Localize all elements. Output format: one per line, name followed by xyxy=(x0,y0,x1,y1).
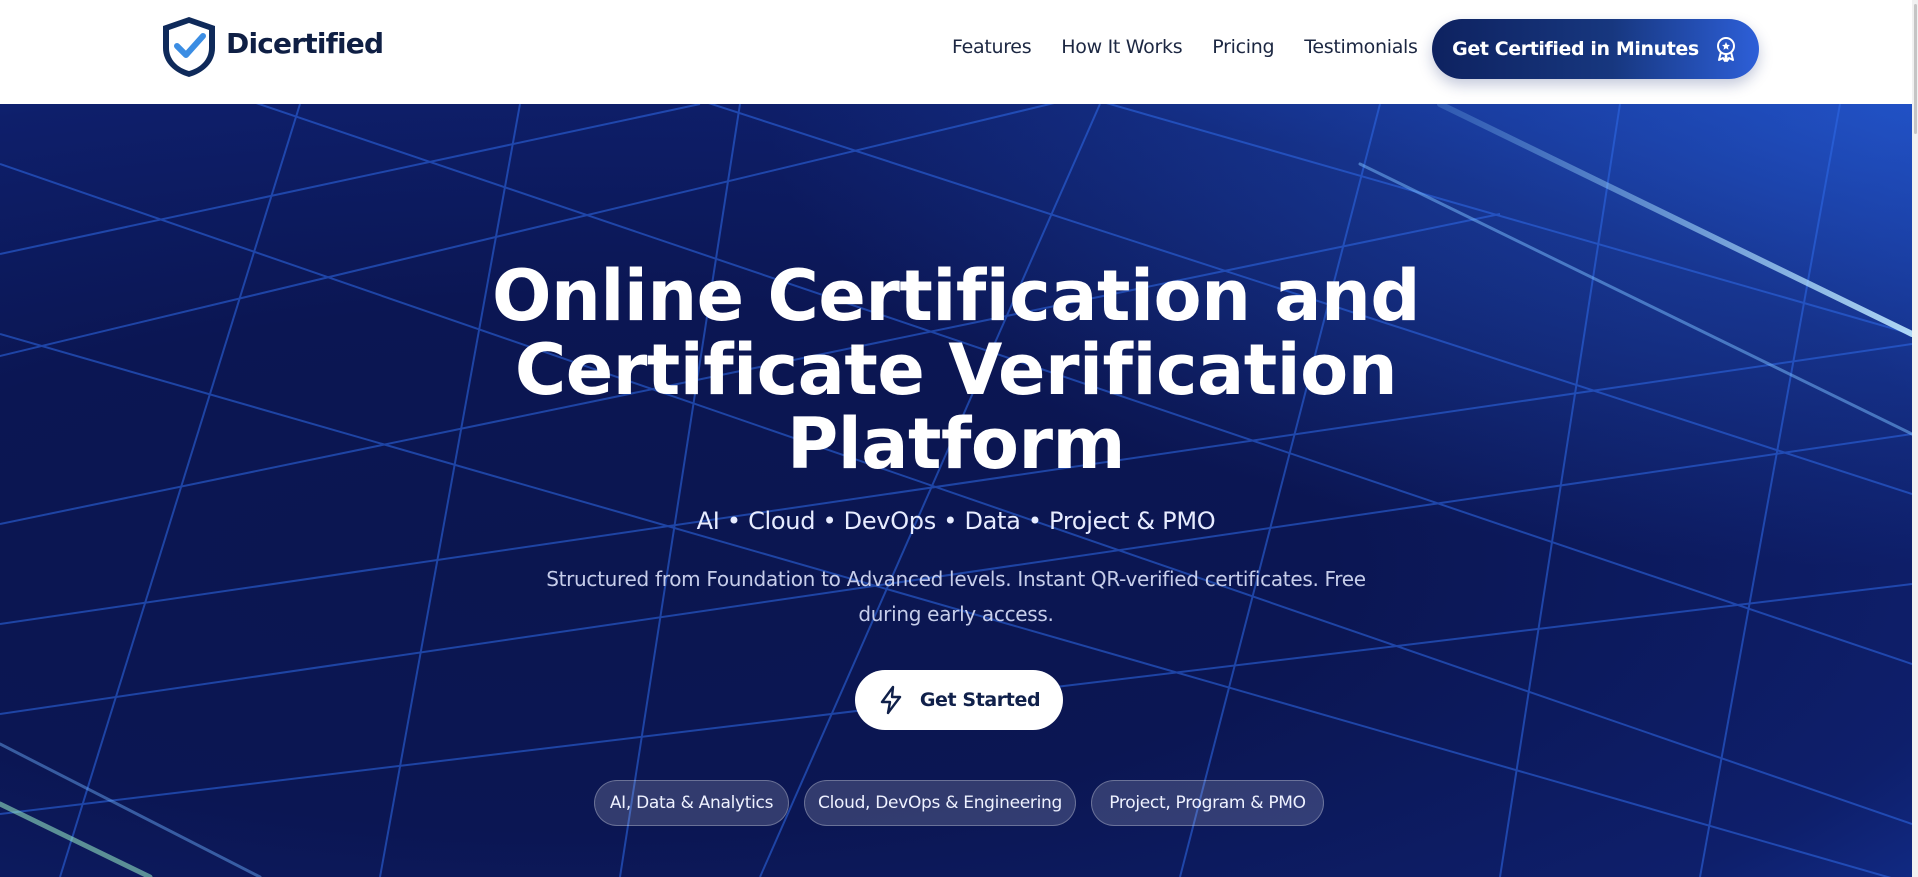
hero-description: Structured from Foundation to Advanced l… xyxy=(546,567,1366,626)
chip-cloud-devops-engineering[interactable]: Cloud, DevOps & Engineering xyxy=(804,780,1076,826)
hero-background-lines xyxy=(0,104,1912,877)
get-started-label: Get Started xyxy=(919,689,1041,711)
nav-link-pricing[interactable]: Pricing xyxy=(1212,36,1274,58)
nav-link-features[interactable]: Features xyxy=(952,36,1032,58)
hero-title-line-3: Platform xyxy=(786,403,1126,485)
chip-project-program-pmo[interactable]: Project, Program & PMO xyxy=(1091,780,1324,826)
hero-section: Online Certification and Certificate Ver… xyxy=(0,104,1912,877)
main-nav: Features How It Works Pricing Testimonia… xyxy=(952,36,1448,58)
hero-title: Online Certification and Certificate Ver… xyxy=(356,259,1556,481)
brand-name: Dicertified xyxy=(226,26,384,60)
get-certified-label: Get Certified in Minutes xyxy=(1452,38,1699,60)
nav-link-how-it-works[interactable]: How It Works xyxy=(1061,36,1182,58)
lightning-bolt-icon xyxy=(880,685,902,715)
shield-check-icon xyxy=(163,17,215,77)
scrollbar-thumb[interactable] xyxy=(1914,4,1917,134)
top-navbar: Dicertified Features How It Works Pricin… xyxy=(0,0,1918,104)
page-scrollbar[interactable] xyxy=(1912,0,1918,877)
hero-title-line-1: Online Certification and xyxy=(492,255,1420,337)
brand-logo[interactable]: Dicertified xyxy=(160,15,384,79)
get-certified-button[interactable]: Get Certified in Minutes xyxy=(1432,19,1759,79)
hero-title-line-2: Certificate Verification xyxy=(514,329,1398,411)
hero-subtitle: AI • Cloud • DevOps • Data • Project & P… xyxy=(696,507,1216,535)
award-badge-icon xyxy=(1716,37,1735,62)
chip-ai-data-analytics[interactable]: AI, Data & Analytics xyxy=(594,780,789,826)
nav-link-testimonials[interactable]: Testimonials xyxy=(1304,36,1418,58)
get-started-button[interactable]: Get Started xyxy=(855,670,1063,730)
